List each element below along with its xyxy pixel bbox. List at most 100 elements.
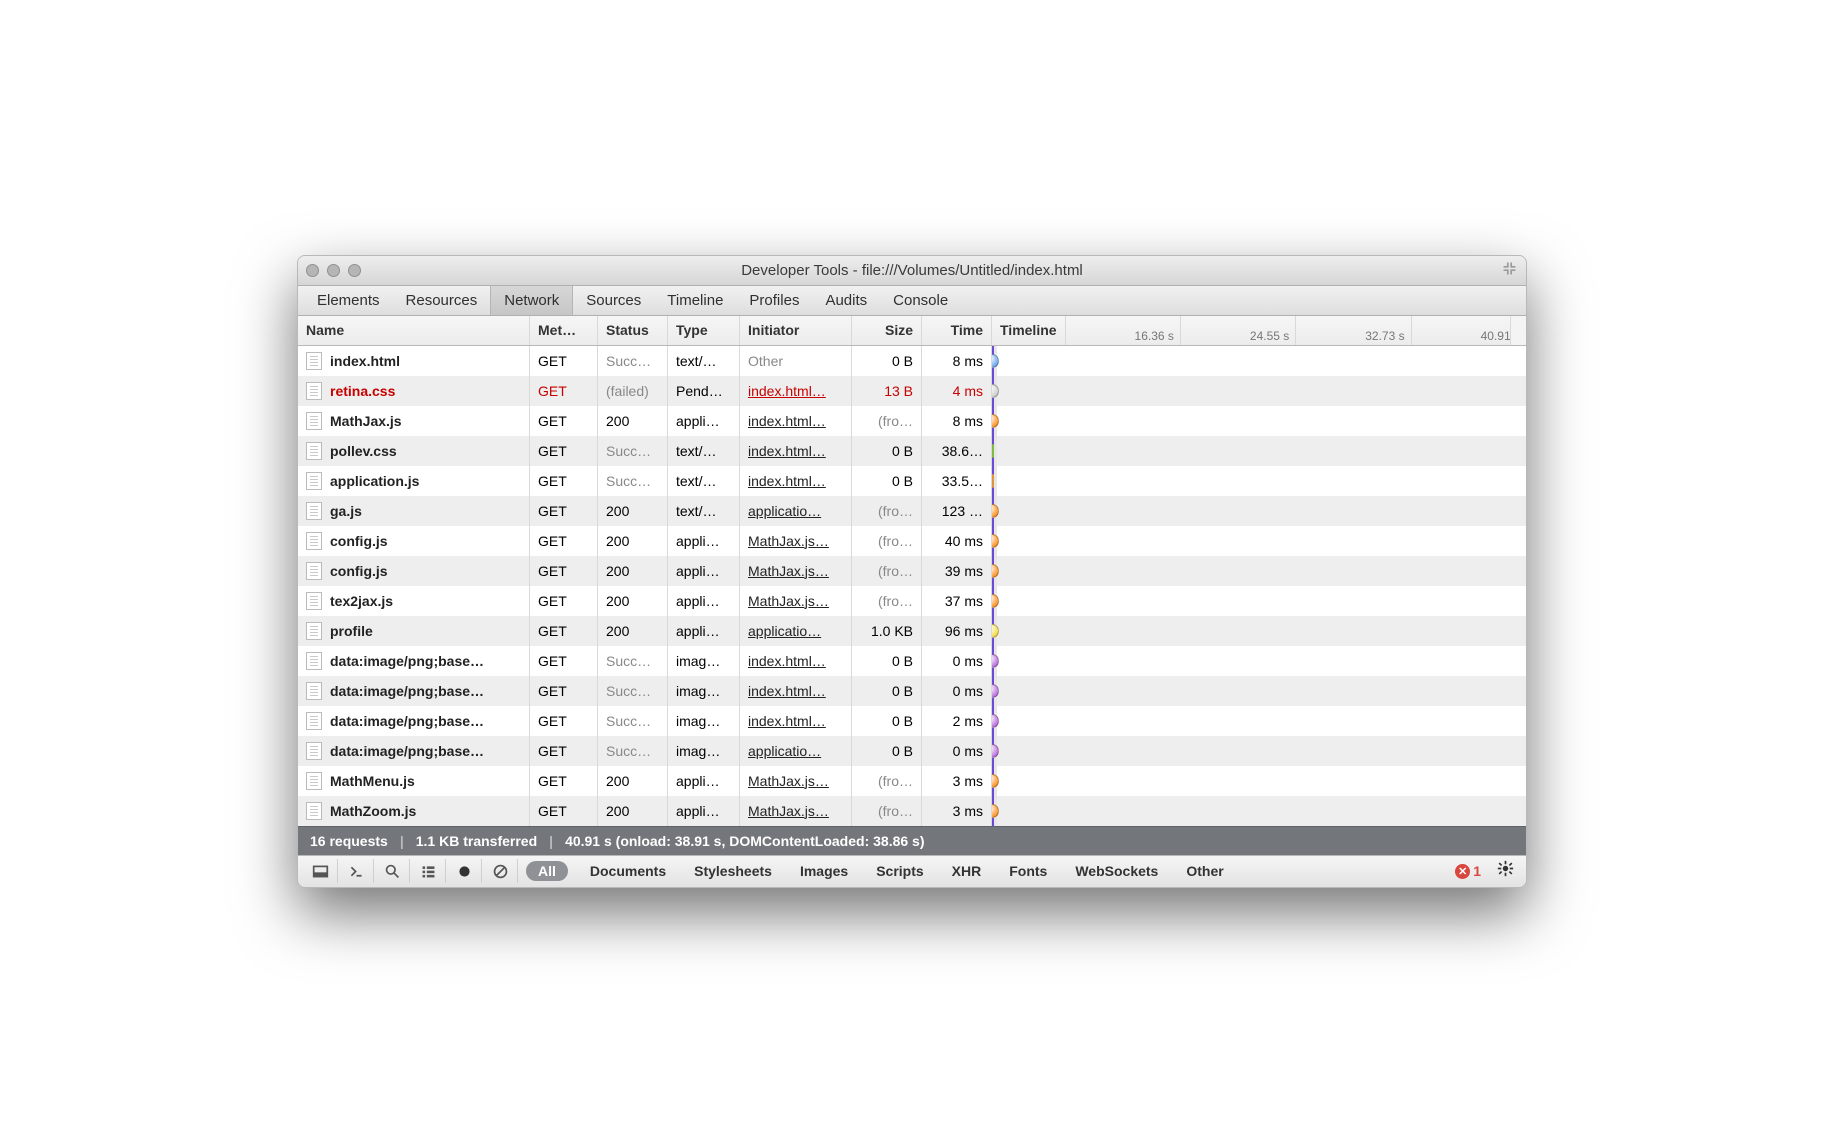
summary-requests: 16 requests bbox=[310, 833, 388, 849]
titlebar: Developer Tools - file:///Volumes/Untitl… bbox=[298, 256, 1526, 286]
filter-all[interactable]: All bbox=[526, 861, 568, 881]
timeline-dot bbox=[992, 714, 999, 728]
list-icon[interactable] bbox=[412, 859, 446, 883]
cell-initiator[interactable]: index.html… bbox=[740, 706, 852, 736]
tab-profiles[interactable]: Profiles bbox=[736, 286, 812, 315]
settings-gear-icon[interactable] bbox=[1491, 860, 1520, 882]
cell-name: retina.css bbox=[298, 376, 530, 406]
cell-initiator[interactable]: applicatio… bbox=[740, 616, 852, 646]
cell-initiator[interactable]: MathJax.js… bbox=[740, 586, 852, 616]
table-row[interactable]: application.jsGETSucc…text/…index.html…0… bbox=[298, 466, 1526, 496]
table-row[interactable]: config.jsGET200appli…MathJax.js…(fro…40 … bbox=[298, 526, 1526, 556]
cell-initiator[interactable]: index.html… bbox=[740, 466, 852, 496]
dock-icon[interactable] bbox=[304, 859, 338, 883]
console-icon[interactable] bbox=[340, 859, 374, 883]
cell-size: 0 B bbox=[852, 736, 922, 766]
table-row[interactable]: ga.jsGET200text/…applicatio…(fro…123 … bbox=[298, 496, 1526, 526]
table-row[interactable]: config.jsGET200appli…MathJax.js…(fro…39 … bbox=[298, 556, 1526, 586]
timeline-bar bbox=[992, 474, 994, 488]
record-icon[interactable] bbox=[448, 859, 482, 883]
filter-websockets[interactable]: WebSockets bbox=[1061, 863, 1172, 879]
clear-icon[interactable] bbox=[484, 859, 518, 883]
cell-timeline bbox=[992, 346, 1526, 376]
tab-sources[interactable]: Sources bbox=[573, 286, 654, 315]
col-initiator[interactable]: Initiator bbox=[740, 316, 852, 345]
timeline-dot bbox=[992, 384, 999, 398]
cell-initiator[interactable]: MathJax.js… bbox=[740, 556, 852, 586]
table-row[interactable]: MathMenu.jsGET200appli…MathJax.js…(fro…3… bbox=[298, 766, 1526, 796]
cell-timeline bbox=[992, 496, 1526, 526]
cell-size: 0 B bbox=[852, 706, 922, 736]
tab-console[interactable]: Console bbox=[880, 286, 961, 315]
col-size[interactable]: Size bbox=[852, 316, 922, 345]
tab-audits[interactable]: Audits bbox=[812, 286, 880, 315]
col-status[interactable]: Status bbox=[598, 316, 668, 345]
cell-initiator[interactable]: Other bbox=[740, 346, 852, 376]
cell-type: imag… bbox=[668, 706, 740, 736]
filter-xhr[interactable]: XHR bbox=[938, 863, 996, 879]
cell-type: text/… bbox=[668, 496, 740, 526]
filter-scripts[interactable]: Scripts bbox=[862, 863, 937, 879]
cell-timeline bbox=[992, 466, 1526, 496]
cell-size: (fro… bbox=[852, 496, 922, 526]
col-time[interactable]: Time bbox=[922, 316, 992, 345]
cell-type: imag… bbox=[668, 676, 740, 706]
table-row[interactable]: index.htmlGETSucc…text/…Other0 B8 ms bbox=[298, 346, 1526, 376]
filter-other[interactable]: Other bbox=[1172, 863, 1237, 879]
table-row[interactable]: data:image/png;base…GETSucc…imag…applica… bbox=[298, 736, 1526, 766]
cell-time: 123 … bbox=[922, 496, 992, 526]
filter-stylesheets[interactable]: Stylesheets bbox=[680, 863, 786, 879]
table-row[interactable]: MathJax.jsGET200appli…index.html…(fro…8 … bbox=[298, 406, 1526, 436]
table-row[interactable]: pollev.cssGETSucc…text/…index.html…0 B38… bbox=[298, 436, 1526, 466]
cell-time: 4 ms bbox=[922, 376, 992, 406]
tab-network[interactable]: Network bbox=[490, 286, 573, 315]
col-name[interactable]: Name bbox=[298, 316, 530, 345]
col-method[interactable]: Met… bbox=[530, 316, 598, 345]
tab-timeline[interactable]: Timeline bbox=[654, 286, 736, 315]
col-timeline[interactable]: Timeline 16.36 s24.55 s32.73 s40.91 s bbox=[992, 316, 1526, 345]
table-row[interactable]: retina.cssGET(failed)Pend…index.html…13 … bbox=[298, 376, 1526, 406]
cell-initiator[interactable]: index.html… bbox=[740, 436, 852, 466]
tab-resources[interactable]: Resources bbox=[393, 286, 491, 315]
expand-icon[interactable] bbox=[1501, 260, 1518, 280]
cell-type: appli… bbox=[668, 796, 740, 826]
timeline-tick: 40.91 s bbox=[1411, 316, 1526, 345]
search-icon[interactable] bbox=[376, 859, 410, 883]
cell-time: 96 ms bbox=[922, 616, 992, 646]
cell-initiator[interactable]: MathJax.js… bbox=[740, 526, 852, 556]
col-type[interactable]: Type bbox=[668, 316, 740, 345]
table-row[interactable]: tex2jax.jsGET200appli…MathJax.js…(fro…37… bbox=[298, 586, 1526, 616]
error-count-badge[interactable]: ✕ 1 bbox=[1455, 863, 1481, 879]
table-row[interactable]: data:image/png;base…GETSucc…imag…index.h… bbox=[298, 676, 1526, 706]
table-row[interactable]: data:image/png;base…GETSucc…imag…index.h… bbox=[298, 646, 1526, 676]
cell-initiator[interactable]: applicatio… bbox=[740, 496, 852, 526]
cell-name: tex2jax.js bbox=[298, 586, 530, 616]
cell-name: MathJax.js bbox=[298, 406, 530, 436]
cell-status: Succ… bbox=[598, 646, 668, 676]
column-resizer[interactable] bbox=[1510, 316, 1526, 345]
cell-initiator[interactable]: MathJax.js… bbox=[740, 796, 852, 826]
minimize-window-button[interactable] bbox=[327, 264, 340, 277]
cell-initiator[interactable]: index.html… bbox=[740, 646, 852, 676]
table-row[interactable]: MathZoom.jsGET200appli…MathJax.js…(fro…3… bbox=[298, 796, 1526, 826]
cell-initiator[interactable]: index.html… bbox=[740, 406, 852, 436]
cell-timeline bbox=[992, 586, 1526, 616]
cell-initiator[interactable]: applicatio… bbox=[740, 736, 852, 766]
table-row[interactable]: profileGET200appli…applicatio…1.0 KB96 m… bbox=[298, 616, 1526, 646]
timeline-dot bbox=[992, 684, 999, 698]
cell-name: profile bbox=[298, 616, 530, 646]
table-row[interactable]: data:image/png;base…GETSucc…imag…index.h… bbox=[298, 706, 1526, 736]
filter-images[interactable]: Images bbox=[786, 863, 862, 879]
cell-name: data:image/png;base… bbox=[298, 676, 530, 706]
timeline-tick: 16.36 s bbox=[1065, 316, 1180, 345]
zoom-window-button[interactable] bbox=[348, 264, 361, 277]
cell-status: 200 bbox=[598, 766, 668, 796]
cell-initiator[interactable]: index.html… bbox=[740, 676, 852, 706]
cell-initiator[interactable]: index.html… bbox=[740, 376, 852, 406]
close-window-button[interactable] bbox=[306, 264, 319, 277]
filter-documents[interactable]: Documents bbox=[576, 863, 680, 879]
summary-bar: 16 requests | 1.1 KB transferred | 40.91… bbox=[298, 826, 1526, 855]
tab-elements[interactable]: Elements bbox=[304, 286, 393, 315]
cell-initiator[interactable]: MathJax.js… bbox=[740, 766, 852, 796]
filter-fonts[interactable]: Fonts bbox=[995, 863, 1061, 879]
